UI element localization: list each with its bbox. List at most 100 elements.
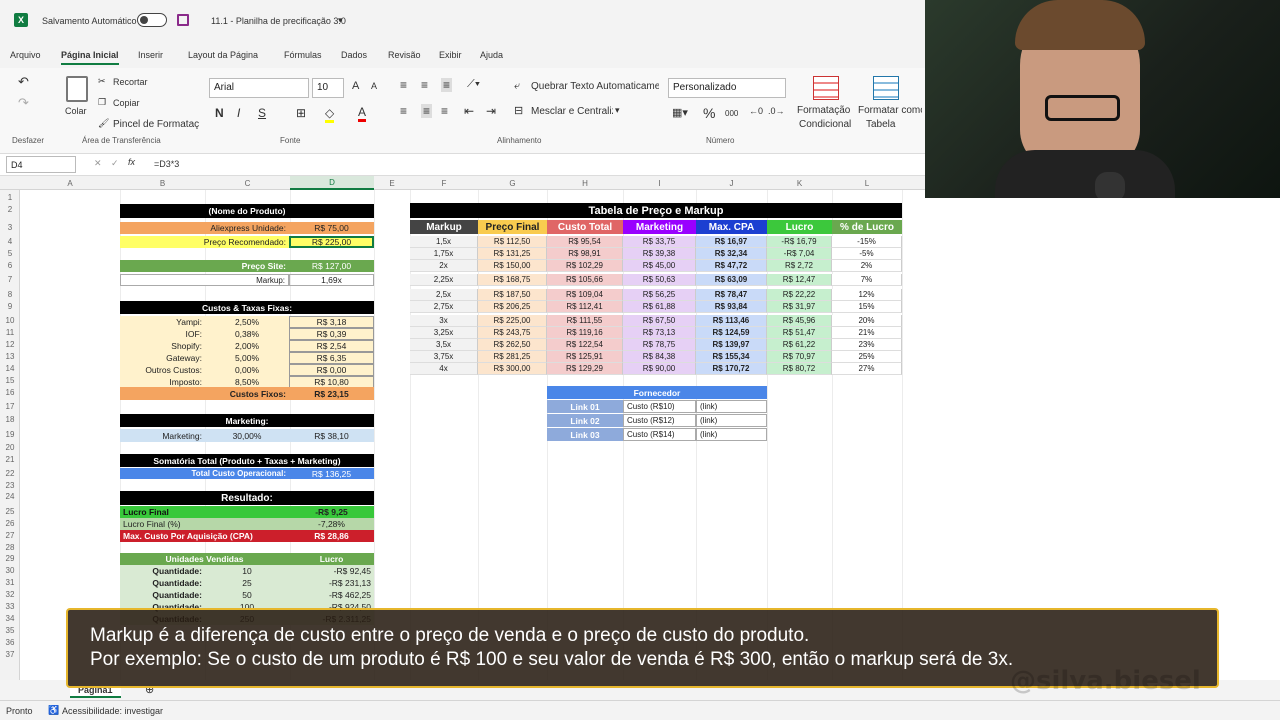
header-profit[interactable]: Lucro [767, 220, 832, 234]
paste-icon[interactable] [66, 76, 88, 102]
underline-button[interactable]: S [258, 106, 266, 120]
table-row[interactable]: 2,25x R$ 168,75 R$ 105,66 R$ 50,63 R$ 63,09 R… [410, 274, 902, 286]
cancel-formula-icon[interactable]: ✕ [94, 158, 102, 169]
indent-increase-icon[interactable]: ⇥ [486, 104, 496, 118]
supplier-cost[interactable]: Custo (R$10) [623, 400, 696, 413]
supplier-url[interactable]: (link) [696, 414, 767, 427]
fee-value[interactable]: R$ 0,39 [289, 328, 374, 340]
table-row[interactable]: 2,75x R$ 206,25 R$ 112,41 R$ 61,88 R$ 93,84 R… [410, 301, 902, 313]
marketing-percent[interactable]: 30,00% [205, 429, 289, 442]
supplier-cost[interactable]: Custo (R$14) [623, 428, 696, 441]
merge-icon[interactable]: ⊟ [514, 104, 523, 117]
cell-final-price[interactable]: R$ 243,75 [478, 327, 547, 339]
units-quantity-value[interactable]: 25 [205, 577, 289, 589]
cell-profit-pct[interactable]: -15% [832, 236, 902, 248]
units-profit-value[interactable]: -R$ 231,13 [289, 577, 374, 589]
table-row[interactable]: 1,75x R$ 131,25 R$ 98,91 R$ 39,38 R$ 32,34 -R… [410, 248, 902, 260]
row-header-23[interactable]: 23 [0, 480, 20, 491]
cell-profit-pct[interactable]: 21% [832, 327, 902, 339]
cell-profit-pct[interactable]: 2% [832, 260, 902, 272]
cell-profit-pct[interactable]: -5% [832, 248, 902, 260]
cell-final-price[interactable]: R$ 281,25 [478, 351, 547, 363]
wrap-text-icon[interactable]: ⤶ [514, 80, 520, 93]
function-icon[interactable]: fx [128, 157, 135, 167]
row-header-1[interactable]: 1 [0, 192, 20, 203]
row-header-6[interactable]: 6 [0, 260, 20, 271]
cell-max-cpa[interactable]: R$ 124,59 [696, 327, 767, 339]
row-header-2[interactable]: 2 [0, 204, 20, 215]
align-right-icon[interactable]: ≡ [441, 104, 448, 118]
fee-percent[interactable]: 5,00% [205, 352, 289, 364]
cell-total-cost[interactable]: R$ 122,54 [547, 339, 623, 351]
cell-total-cost[interactable]: R$ 98,91 [547, 248, 623, 260]
row-header-37[interactable]: 37 [0, 649, 20, 660]
cell-total-cost[interactable]: R$ 111,55 [547, 315, 623, 327]
table-row[interactable]: 1,5x R$ 112,50 R$ 95,54 R$ 33,75 R$ 16,97 -R$… [410, 236, 902, 248]
undo-icon[interactable]: ↶ [18, 74, 29, 90]
cell-marketing[interactable]: R$ 84,38 [623, 351, 696, 363]
confirm-formula-icon[interactable]: ✓ [111, 158, 119, 169]
units-profit-value[interactable]: -R$ 92,45 [289, 565, 374, 577]
row-header-20[interactable]: 20 [0, 442, 20, 453]
thousands-button[interactable]: 000 [725, 109, 738, 118]
cell-markup[interactable]: 2,75x [410, 301, 478, 313]
tab-dados[interactable]: Dados [341, 50, 367, 60]
row-header-7[interactable]: 7 [0, 274, 20, 285]
cell-marketing[interactable]: R$ 61,88 [623, 301, 696, 313]
supplier-url[interactable]: (link) [696, 428, 767, 441]
merge-button[interactable]: Mesclar e Centralizar [531, 106, 613, 117]
units-quantity-value[interactable]: 10 [205, 565, 289, 577]
accessibility-icon[interactable]: ♿ [48, 705, 59, 716]
table-row[interactable]: 4x R$ 300,00 R$ 129,29 R$ 90,00 R$ 170,72 R$ … [410, 363, 902, 375]
conditional-format-label-2[interactable]: Condicional [799, 119, 851, 130]
cell-profit[interactable]: R$ 12,47 [767, 274, 832, 286]
row-header-24[interactable]: 24 [0, 491, 20, 502]
supplier-url[interactable]: (link) [696, 400, 767, 413]
column-header-l[interactable]: L [832, 176, 902, 190]
cell-profit[interactable]: R$ 70,97 [767, 351, 832, 363]
row-header-18[interactable]: 18 [0, 414, 20, 425]
font-color-icon[interactable]: A [358, 105, 367, 122]
format-painter-icon[interactable]: 🖌 [98, 118, 109, 129]
header-markup[interactable]: Markup [410, 220, 478, 234]
cell-total-cost[interactable]: R$ 109,04 [547, 289, 623, 301]
cell-marketing[interactable]: R$ 90,00 [623, 363, 696, 375]
cut-button[interactable]: Recortar [113, 77, 148, 87]
row-header-15[interactable]: 15 [0, 375, 20, 386]
cell-markup[interactable]: 3,75x [410, 351, 478, 363]
sum-value[interactable]: R$ 136,25 [289, 468, 374, 479]
tab-inserir[interactable]: Inserir [138, 50, 163, 60]
cell-profit[interactable]: R$ 2,72 [767, 260, 832, 272]
cell-final-price[interactable]: R$ 112,50 [478, 236, 547, 248]
column-header-h[interactable]: H [547, 176, 623, 190]
fee-value[interactable]: R$ 3,18 [289, 316, 374, 328]
supplier-link-label[interactable]: Link 02 [547, 414, 623, 427]
autosave-toggle[interactable] [137, 13, 167, 27]
cell-total-cost[interactable]: R$ 125,91 [547, 351, 623, 363]
row-header-22[interactable]: 22 [0, 468, 20, 479]
row-header-4[interactable]: 4 [0, 236, 20, 247]
cell-markup[interactable]: 2,5x [410, 289, 478, 301]
tab-revisao[interactable]: Revisão [388, 50, 421, 60]
indent-decrease-icon[interactable]: ⇤ [464, 104, 474, 118]
header-max-cpa[interactable]: Max. CPA [696, 220, 767, 234]
cell-max-cpa[interactable]: R$ 63,09 [696, 274, 767, 286]
cell-total-cost[interactable]: R$ 95,54 [547, 236, 623, 248]
grow-font-button[interactable]: A [352, 80, 359, 92]
units-profit-value[interactable]: -R$ 462,25 [289, 589, 374, 601]
row-header-34[interactable]: 34 [0, 613, 20, 624]
cell-profit[interactable]: R$ 51,47 [767, 327, 832, 339]
fee-percent[interactable]: 2,00% [205, 340, 289, 352]
table-row[interactable]: 3,75x R$ 281,25 R$ 125,91 R$ 84,38 R$ 155,34… [410, 351, 902, 363]
cell-total-cost[interactable]: R$ 112,41 [547, 301, 623, 313]
product-name-header[interactable]: (Nome do Produto) [120, 204, 374, 218]
final-profit-value[interactable]: -R$ 9,25 [289, 506, 374, 518]
italic-button[interactable]: I [237, 106, 240, 120]
chevron-down-icon[interactable]: ▾ [615, 105, 620, 116]
cell-markup[interactable]: 3,25x [410, 327, 478, 339]
tab-exibir[interactable]: Exibir [439, 50, 462, 60]
number-format-select[interactable]: Personalizado [668, 78, 786, 98]
cell-final-price[interactable]: R$ 300,00 [478, 363, 547, 375]
cell-markup[interactable]: 1,75x [410, 248, 478, 260]
row-header-31[interactable]: 31 [0, 577, 20, 588]
